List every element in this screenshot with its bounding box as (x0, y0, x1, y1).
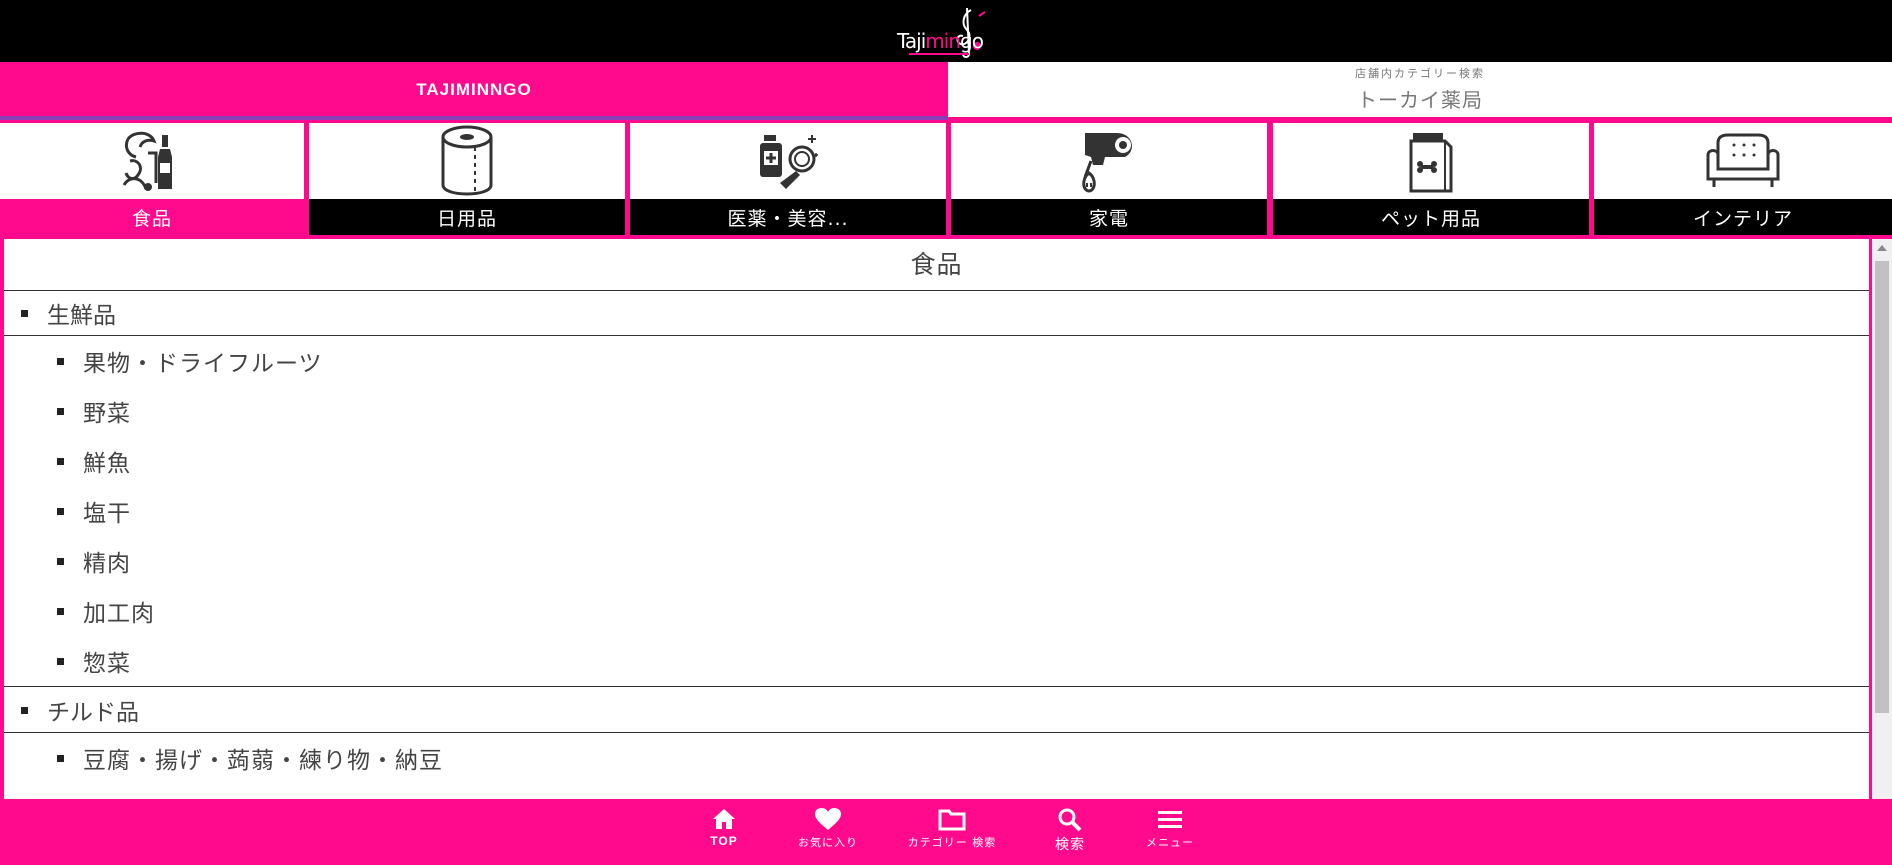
section-heading-fresh[interactable]: 生鮮品 (4, 291, 1869, 336)
section-heading-chilled[interactable]: チルド品 (4, 688, 1869, 733)
bullet-icon (57, 507, 64, 515)
logo-wordmark: Tajimingo (897, 29, 984, 53)
store-tabs: TAJIMINNGO 店舗内カテゴリー検索 トーカイ薬局 (0, 62, 1892, 120)
sofa-icon (1706, 133, 1780, 187)
nav-label: 検索 (1055, 837, 1085, 853)
app-header: Tajimingo (0, 0, 1892, 62)
category-label: 日用品 (309, 199, 625, 235)
food-icon (122, 131, 172, 191)
nav-menu[interactable]: メニュー (1140, 807, 1200, 859)
subcategory-panel: 食品 生鮮品 果物・ドライフルーツ 野菜 鮮魚 塩干 精肉 加工肉 惣菜 チルド… (4, 239, 1869, 799)
tajimingo-logo[interactable]: Tajimingo (893, 6, 1003, 58)
category-content-frame: 食品 生鮮品 果物・ドライフルーツ 野菜 鮮魚 塩干 精肉 加工肉 惣菜 チルド… (0, 235, 1892, 799)
panel-title: 食品 (4, 239, 1869, 291)
category-tab-medicine-beauty[interactable]: 医薬・美容... (630, 123, 946, 235)
category-tabs: 食品 日用品 医薬・美容... 家電 ペット用品 インテリア (0, 120, 1892, 235)
bullet-icon (57, 557, 64, 565)
category-tab-interior[interactable]: インテリア (1594, 123, 1892, 235)
subcategory-list: 豆腐・揚げ・蒟蒻・練り物・納豆 (4, 733, 1869, 783)
heart-icon (815, 808, 841, 830)
vertical-scrollbar[interactable] (1872, 239, 1892, 799)
nav-category-search[interactable]: カテゴリー 検索 (900, 807, 1004, 859)
nav-search[interactable]: 検索 (1048, 807, 1092, 859)
category-tab-pet-goods[interactable]: ペット用品 (1273, 123, 1589, 235)
nav-favorites[interactable]: お気に入り (790, 807, 866, 859)
list-item[interactable]: 果物・ドライフルーツ (4, 336, 1869, 386)
list-item[interactable]: 豆腐・揚げ・蒟蒻・練り物・納豆 (4, 733, 1869, 783)
list-item[interactable]: 塩干 (4, 486, 1869, 536)
search-icon (1058, 808, 1082, 832)
store-name: トーカイ薬局 (1357, 88, 1483, 112)
bullet-icon (57, 357, 64, 365)
bullet-icon (57, 754, 64, 762)
nav-label: TOP (710, 834, 738, 848)
home-icon (713, 809, 735, 829)
tab-tajiminngo[interactable]: TAJIMINNGO (0, 62, 948, 120)
list-item[interactable]: 鮮魚 (4, 436, 1869, 486)
category-label: 医薬・美容... (630, 199, 946, 235)
section-heading-label: チルド品 (47, 700, 139, 726)
list-item[interactable]: 加工肉 (4, 586, 1869, 636)
toilet-paper-icon (441, 125, 493, 195)
bullet-icon (57, 457, 64, 465)
store-search-caption: 店舗内カテゴリー検索 (1355, 67, 1485, 80)
category-label: ペット用品 (1273, 199, 1589, 235)
subcategory-list: 果物・ドライフルーツ 野菜 鮮魚 塩干 精肉 加工肉 惣菜 (4, 336, 1869, 686)
category-tab-food[interactable]: 食品 (0, 123, 304, 235)
scrollbar-thumb[interactable] (1875, 261, 1889, 713)
bullet-icon (57, 407, 64, 415)
menu-icon (1158, 811, 1182, 828)
nav-label: メニュー (1146, 836, 1194, 849)
section-heading-label: 生鮮品 (47, 303, 116, 329)
scroll-up-arrow-icon[interactable] (1877, 245, 1887, 251)
bullet-icon (57, 657, 64, 665)
category-tab-appliances[interactable]: 家電 (951, 123, 1267, 235)
logo-underline (909, 53, 969, 55)
nav-label: お気に入り (798, 836, 858, 849)
list-item[interactable]: 野菜 (4, 386, 1869, 436)
hair-dryer-icon (1082, 132, 1132, 193)
category-tab-daily-goods[interactable]: 日用品 (309, 123, 625, 235)
bullet-icon (57, 607, 64, 615)
category-label: 食品 (0, 199, 304, 235)
folder-icon (938, 809, 966, 831)
nav-top[interactable]: TOP (698, 807, 750, 859)
tab-store-category-search[interactable]: 店舗内カテゴリー検索 トーカイ薬局 (948, 62, 1892, 120)
medicine-cosmetics-icon (760, 134, 818, 189)
bottom-navigation: TOP お気に入り カテゴリー 検索 検索 メニュー (0, 799, 1892, 865)
list-item[interactable]: 精肉 (4, 536, 1869, 586)
list-item[interactable]: 惣菜 (4, 636, 1869, 686)
category-label: インテリア (1594, 199, 1892, 235)
category-label: 家電 (951, 199, 1267, 235)
bullet-icon (21, 706, 28, 714)
pet-food-bag-icon (1409, 132, 1453, 192)
nav-label: カテゴリー 検索 (907, 836, 997, 849)
bullet-icon (21, 309, 28, 317)
